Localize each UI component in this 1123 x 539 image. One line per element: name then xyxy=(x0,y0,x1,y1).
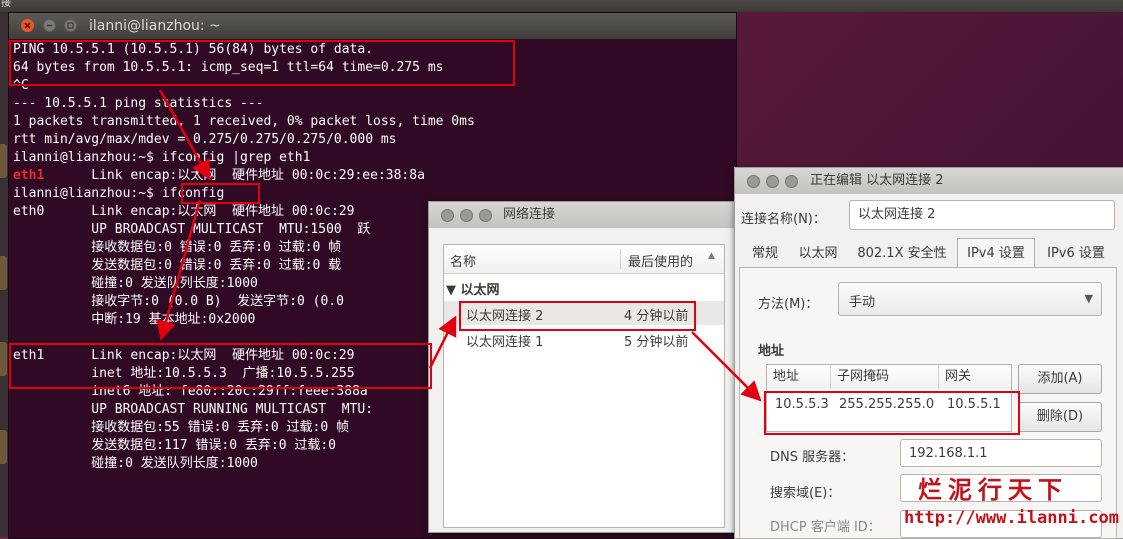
terminal-line-text: ilanni@lianzhou:~$ ifconfig xyxy=(13,186,225,201)
tab-general[interactable]: 常规 xyxy=(745,240,785,266)
maximize-icon[interactable] xyxy=(64,19,77,32)
expander-icon[interactable]: ▼ xyxy=(446,283,456,298)
terminal-line-text: Link encap:以太网 硬件地址 00:0c:29:ee:38:8a xyxy=(44,168,425,183)
close-icon[interactable] xyxy=(747,175,760,188)
network-connections-window: 网络连接 名称 最后使用的 ▲ ▼ 以太网 以太网连接 2 4 分钟以前 以太网… xyxy=(428,201,742,533)
sort-up-icon: ▲ xyxy=(708,251,715,261)
add-button[interactable]: 添加(A) xyxy=(1018,364,1102,394)
netmask-cell[interactable]: 255.255.255.0 xyxy=(839,397,934,412)
terminal-line-text: 接收字节:0 (0.0 B) 发送字节:0 (0.0 xyxy=(13,294,344,309)
column-netmask-header: 子网掩码 xyxy=(831,365,939,389)
terminal-line-text: 碰撞:0 发送队列长度:1000 xyxy=(13,456,258,471)
terminal-line-text: eth0 Link encap:以太网 硬件地址 00:0c:29 xyxy=(13,204,355,219)
column-gateway-header: 网关 xyxy=(939,365,1011,389)
dns-input[interactable]: 192.168.1.1 xyxy=(900,439,1102,467)
network-window-titlebar: 网络连接 xyxy=(429,202,741,228)
terminal-line-text: PING 10.5.5.1 (10.5.5.1) 56(84) bytes of… xyxy=(13,42,374,57)
launcher-item[interactable] xyxy=(0,256,7,290)
terminal-line-text: --- 10.5.5.1 ping statistics --- xyxy=(13,96,264,111)
connection-name-input[interactable]: 以太网连接 2 xyxy=(849,200,1115,230)
terminal-line: ^C xyxy=(13,77,736,95)
minimize-icon[interactable] xyxy=(43,19,56,32)
tab-ipv6-settings[interactable]: IPv6 设置 xyxy=(1037,240,1115,266)
terminal-line: eth1 Link encap:以太网 硬件地址 00:0c:29:ee:38:… xyxy=(13,167,736,185)
terminal-line-text: rtt min/avg/max/mdev = 0.275/0.275/0.275… xyxy=(13,132,397,147)
terminal-line-text: 中断:19 基本地址:0x2000 xyxy=(13,312,256,327)
tab-ipv4-settings[interactable]: IPv4 设置 xyxy=(957,238,1035,268)
launcher-item[interactable] xyxy=(0,430,7,464)
search-domain-label: 搜索域(E)： xyxy=(770,486,841,501)
connection-name: 以太网连接 1 xyxy=(466,335,544,350)
address-table[interactable]: 地址 子网掩码 网关 10.5.5.3 255.255.255.0 10.5.5… xyxy=(766,364,1012,432)
connection-name: 以太网连接 2 xyxy=(466,309,544,324)
terminal-line-text: 发送数据包:117 错误:0 丢弃:0 过载:0 xyxy=(13,438,337,453)
terminal-line-text: 接收数据包:55 错误:0 丢弃:0 过载:0 帧 xyxy=(13,420,350,435)
tab-8021x-security[interactable]: 802.1X 安全性 xyxy=(849,240,955,266)
terminal-line: PING 10.5.5.1 (10.5.5.1) 56(84) bytes of… xyxy=(13,41,736,59)
watermark-logo-text: 烂泥行天下 xyxy=(918,475,1068,504)
close-icon[interactable] xyxy=(441,209,454,222)
terminal-line: 1 packets transmitted, 1 received, 0% pa… xyxy=(13,113,736,131)
method-select[interactable]: 手动 ▼ xyxy=(838,282,1102,316)
close-icon[interactable] xyxy=(21,19,34,32)
column-address-header: 地址 xyxy=(767,365,831,389)
edit-window-title: 正在编辑 以太网连接 2 xyxy=(810,173,944,188)
address-section-title: 地址 xyxy=(758,344,785,359)
watermark-url: http://www.ilanni.com xyxy=(904,508,1119,528)
maximize-icon[interactable] xyxy=(479,209,492,222)
edit-window-titlebar: 正在编辑 以太网连接 2 xyxy=(735,168,1123,194)
connection-last-used: 4 分钟以前 xyxy=(624,309,689,324)
method-value: 手动 xyxy=(849,295,876,310)
group-label: 以太网 xyxy=(460,283,500,298)
connection-list[interactable]: 名称 最后使用的 ▲ ▼ 以太网 以太网连接 2 4 分钟以前 以太网连接 1 … xyxy=(443,244,725,528)
launcher-item[interactable] xyxy=(0,144,7,178)
terminal-line-text: 接收数据包:0 错误:0 丢弃:0 过载:0 帧 xyxy=(13,240,342,255)
terminal-line: --- 10.5.5.1 ping statistics --- xyxy=(13,95,736,113)
dhcp-client-id-label: DHCP 客户端 ID： xyxy=(770,520,881,535)
terminal-line: 64 bytes from 10.5.5.1: icmp_seq=1 ttl=6… xyxy=(13,59,736,77)
terminal-title: ilanni@lianzhou: ~ xyxy=(89,18,221,34)
connection-name-label: 连接名称(N)： xyxy=(741,212,826,227)
network-window-title: 网络连接 xyxy=(503,207,556,222)
list-item[interactable]: 以太网连接 2 4 分钟以前 xyxy=(444,301,724,325)
launcher-item[interactable] xyxy=(0,342,7,376)
terminal-line-text: 64 bytes from 10.5.5.1: icmp_seq=1 ttl=6… xyxy=(13,60,444,75)
column-name-header[interactable]: 名称 xyxy=(450,251,476,270)
terminal-line-text: UP BROADCAST MULTICAST MTU:1500 跃 xyxy=(13,222,371,237)
group-ethernet[interactable]: ▼ 以太网 xyxy=(446,279,500,298)
top-panel-title: 接 xyxy=(1,0,11,9)
terminal-line-text: 碰撞:0 发送队列长度:1000 xyxy=(13,276,258,291)
terminal-line-text: ilanni@lianzhou:~$ ifconfig |grep eth1 xyxy=(13,150,311,165)
maximize-icon[interactable] xyxy=(785,175,798,188)
minimize-icon[interactable] xyxy=(766,175,779,188)
method-label: 方法(M)： xyxy=(758,297,819,312)
terminal-line-text: inet 地址:10.5.5.3 广播:10.5.5.255 xyxy=(13,366,355,381)
delete-button[interactable]: 删除(D) xyxy=(1018,402,1102,432)
column-last-used-header[interactable]: 最后使用的 xyxy=(628,251,693,270)
dns-label: DNS 服务器： xyxy=(770,450,855,465)
tab-bar: 常规 以太网 802.1X 安全性 IPv4 设置 IPv6 设置 xyxy=(739,238,1119,268)
column-separator xyxy=(620,249,621,269)
address-cell[interactable]: 10.5.5.3 xyxy=(775,397,829,412)
chevron-down-icon: ▼ xyxy=(1084,292,1093,305)
gateway-cell[interactable]: 10.5.5.1 xyxy=(947,397,1001,412)
terminal-titlebar: ilanni@lianzhou: ~ xyxy=(9,13,736,39)
terminal-line-text: 1 packets transmitted, 1 received, 0% pa… xyxy=(13,114,475,129)
terminal-line-text: ^C xyxy=(13,78,29,93)
connection-last-used: 5 分钟以前 xyxy=(624,335,689,350)
terminal-line-text: inet6 地址: fe80::20c:29ff:feee:388a xyxy=(13,384,368,399)
terminal-line: ilanni@lianzhou:~$ ifconfig |grep eth1 xyxy=(13,149,736,167)
terminal-line-text: UP BROADCAST RUNNING MULTICAST MTU: xyxy=(13,402,374,417)
terminal-line-text: eth1 Link encap:以太网 硬件地址 00:0c:29 xyxy=(13,348,355,363)
minimize-icon[interactable] xyxy=(460,209,473,222)
connection-list-header: 名称 最后使用的 ▲ xyxy=(444,245,724,274)
top-panel: 接 xyxy=(0,0,1123,12)
terminal-line-text: 发送数据包:0 错误:0 丢弃:0 过载:0 载 xyxy=(13,258,342,273)
terminal-line-prefix: eth1 xyxy=(13,168,45,183)
terminal-line: rtt min/avg/max/mdev = 0.275/0.275/0.275… xyxy=(13,131,736,149)
tab-ethernet[interactable]: 以太网 xyxy=(791,240,845,266)
list-item[interactable]: 以太网连接 1 5 分钟以前 xyxy=(444,327,724,351)
